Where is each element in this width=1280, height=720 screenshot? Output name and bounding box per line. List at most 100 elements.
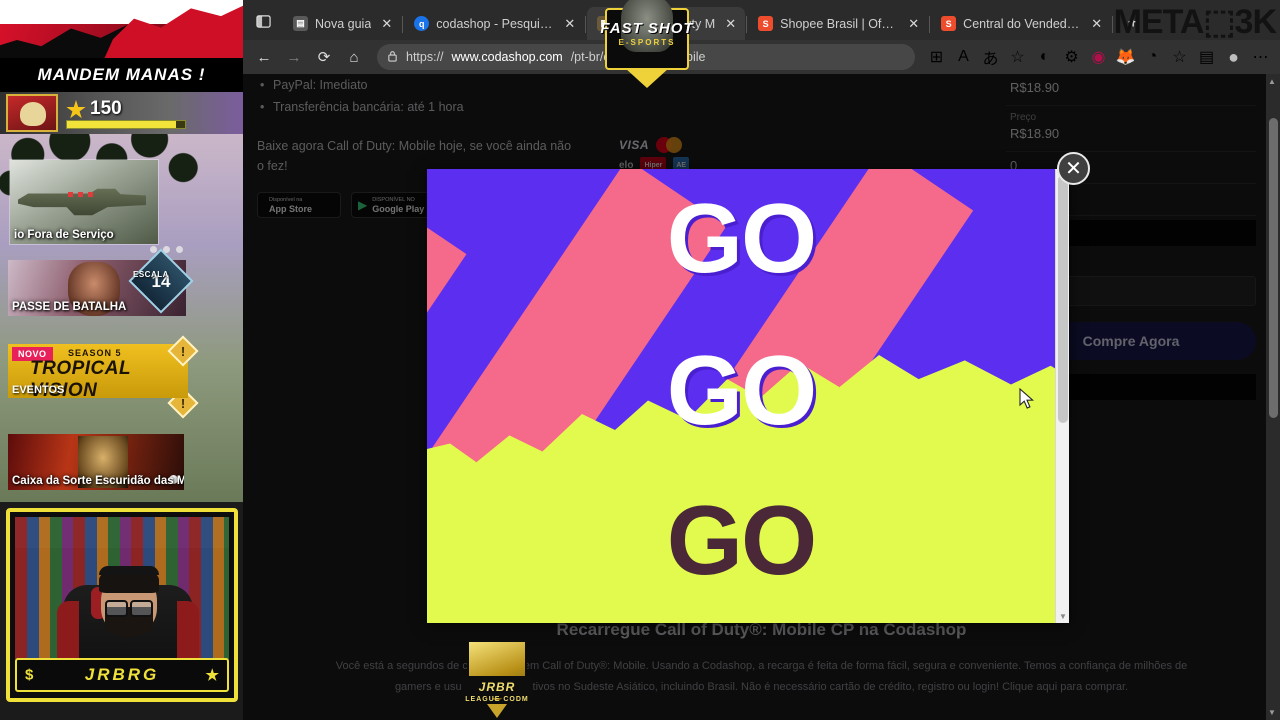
extension-shield-icon[interactable]: ◉ [1085,44,1112,70]
dollar-icon: $ [25,666,34,684]
section-label: EVENTOS [12,384,65,396]
fastshot-line2: E-SPORTS [618,38,676,47]
tier-badge-value: 14 [151,272,171,291]
close-icon[interactable]: ✕ [722,15,739,32]
weapon-detail-dot [68,192,73,197]
season-label: SEASON 5 [68,348,122,358]
fastshot-line1: FAST SHOT [600,20,694,37]
game-menu-scene: io Fora de Serviço PASSE DE BATALHA ESCA… [0,134,243,502]
game-hud-bar: 150 [0,92,243,134]
scroll-down-arrow-icon[interactable]: ▼ [1059,612,1067,621]
lock-icon [387,50,398,65]
close-icon[interactable]: ✕ [905,15,922,32]
weapon-detail-dot [78,192,83,197]
streamer-nameplate: $ JRBRG ★ [15,658,229,692]
fastshot-logo: FAST SHOT E-SPORTS [597,0,697,100]
scrollbar-thumb[interactable] [1269,118,1278,418]
read-aloud-icon[interactable]: A [950,44,977,70]
tab-nova-guia[interactable]: ▤ Nova guia ✕ [283,7,401,40]
screen: MANDEM MANAS ! 150 io Fora de Serviço PA… [0,0,1280,720]
favorites-icon[interactable]: ☆ [1166,44,1193,70]
card-caption: PASSE DE BATALHA [12,301,127,313]
carousel-dot[interactable] [176,246,183,253]
reload-button[interactable]: ⟳ [309,43,339,71]
player-avatar[interactable] [6,94,58,132]
tier-badge-label: ESCALA [133,270,169,279]
ad-artwork: GO GO GO [427,169,1055,623]
card-caption: Caixa da Sorte Escuridão das Matas [12,475,184,487]
jrbr-line1: JRBR [478,680,516,694]
close-icon[interactable]: ✕ [561,15,578,32]
tab-divider [929,16,931,33]
add-favorite-icon[interactable]: ☆ [1004,44,1031,70]
banner-text: MANDEM MANAS ! [0,58,243,92]
tab-divider [585,16,587,33]
jrbr-triangle [487,704,507,718]
collections-icon[interactable]: ▤ [1193,44,1220,70]
tab-list-icon[interactable] [249,6,277,36]
search-icon: q [414,16,430,31]
tab-codashop-search[interactable]: q codashop - Pesquisar ✕ [404,7,584,40]
fastshot-triangle [625,68,669,88]
url-prefix: https:// [406,50,444,64]
glasses-icon [105,600,153,617]
url-domain: www.codashop.com [451,50,563,64]
tab-central-vendedor[interactable]: S Central do Vendedor d ✕ [931,7,1111,40]
newtab-icon: ▤ [293,16,308,31]
ad-scrollbar[interactable]: ▲ ▼ [1055,169,1069,623]
card-season-event[interactable]: NOVO SEASON 5 TROPICAL VISION EVENTOS [8,344,188,398]
ad-word: GO [666,183,817,293]
tab-title: Nova guia [315,16,372,31]
back-button[interactable]: ← [249,43,279,71]
tab-title: Central do Vendedor d [963,16,1082,31]
star-icon: ★ [205,667,219,684]
page-scrollbar[interactable]: ▲ ▼ [1266,74,1280,720]
extension-gear-icon[interactable]: ⚙ [1058,44,1085,70]
game-stream-panel: MANDEM MANAS ! 150 io Fora de Serviço PA… [0,0,243,720]
stream-banner: MANDEM MANAS ! [0,0,243,92]
close-icon[interactable]: ✕ [1088,15,1105,32]
navigation-bar: ← → ⟳ ⌂ https:// www.codashop.com /pt-br… [243,40,1280,74]
mouse-cursor [1019,387,1036,416]
tab-title: Shopee Brasil | Ofertas [780,16,899,31]
card-lucky-crate[interactable]: Caixa da Sorte Escuridão das Matas [8,434,184,490]
tab-shopee-brasil[interactable]: S Shopee Brasil | Ofertas ✕ [748,7,928,40]
scroll-up-arrow-icon[interactable]: ▲ [1268,77,1276,86]
tab-divider [402,16,404,33]
tab-title: codashop - Pesquisar [436,16,555,31]
streamer-name: JRBRG [84,665,160,684]
weapon-detail-dot [88,192,93,197]
extension-fox-icon[interactable]: 🦊 [1112,44,1139,70]
scroll-down-arrow-icon[interactable]: ▼ [1268,708,1276,717]
webcam-overlay: $ JRBRG ★ [6,508,238,702]
webcam-video [15,517,229,659]
jrbr-league-logo: JRBR LEAGUE CODM [461,636,533,720]
jrbr-ribbon: JRBR [461,676,533,698]
ad-popup[interactable]: GO GO GO ▲ ▼ [427,169,1069,623]
extension-circle-icon[interactable]: ◐ [1031,44,1058,70]
close-ad-button[interactable]: ✕ [1057,152,1090,185]
split-screen-icon[interactable]: ⊞ [923,44,950,70]
card-caption: io Fora de Serviço [14,229,114,241]
profile-icon[interactable]: ● [1220,44,1247,70]
ad-word: GO [666,485,817,595]
tab-divider [746,16,748,33]
ad-scrollbar-thumb[interactable] [1058,175,1068,423]
headset-band-icon [99,566,159,575]
channel-watermark: META⬚3K [1113,3,1277,41]
extension-ghost-icon[interactable]: ◔ [1139,44,1166,70]
shopee-icon: S [758,16,774,31]
player-level: 150 [90,98,122,119]
shopee-icon: S [941,16,957,31]
forward-button[interactable]: → [279,43,309,71]
jrbr-line2: LEAGUE CODM [465,696,529,703]
rank-star-icon [66,100,86,119]
more-settings-icon[interactable]: ⋯ [1247,44,1274,70]
carousel-dots[interactable] [150,246,183,253]
home-button[interactable]: ⌂ [339,43,369,71]
close-icon[interactable]: ✕ [378,15,395,32]
translate-icon[interactable]: あ [977,44,1004,70]
ad-word: GO [666,335,817,445]
card-weapon-offer[interactable]: io Fora de Serviço [10,160,158,244]
xp-bar [66,120,186,129]
